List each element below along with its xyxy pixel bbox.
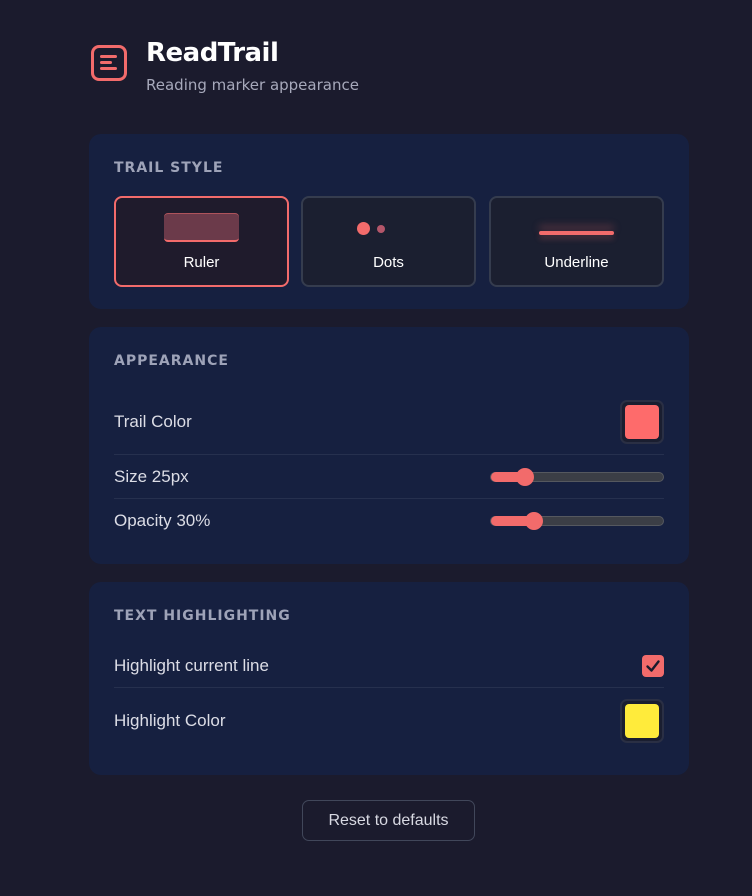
highlight-color-label: Highlight Color [114,711,226,730]
header-text: ReadTrail Reading marker appearance [146,38,359,94]
opacity-slider[interactable] [490,512,664,530]
trail-color-fill [625,405,659,439]
highlight-line-label: Highlight current line [114,656,269,675]
app-subtitle: Reading marker appearance [146,76,359,94]
trail-style-title: TRAIL STYLE [114,160,224,176]
divider [114,454,664,455]
size-row: Size 25px [114,465,664,489]
option-label: Dots [373,254,404,271]
trail-color-label: Trail Color [114,412,192,431]
option-label: Underline [544,254,609,271]
trail-style-option-ruler[interactable]: Ruler [114,196,289,287]
trail-color-row: Trail Color [114,400,664,444]
divider [114,498,664,499]
highlight-color-swatch[interactable] [620,699,664,743]
underline-preview-icon [539,231,614,235]
settings-page: ReadTrail Reading marker appearance TRAI… [0,0,752,896]
text-highlighting-title: TEXT HIGHLIGHTING [114,608,291,624]
reset-to-defaults-button[interactable]: Reset to defaults [302,800,475,841]
highlight-line-checkbox[interactable] [642,655,664,677]
highlight-color-row: Highlight Color [114,699,664,743]
header: ReadTrail Reading marker appearance [91,38,359,94]
trail-style-card: TRAIL STYLE Ruler Dots Underline [89,134,689,309]
readtrail-logo-icon [91,45,127,81]
appearance-title: APPEARANCE [114,353,229,369]
ruler-preview-icon [164,213,239,242]
trail-color-swatch[interactable] [620,400,664,444]
size-label: Size 25px [114,467,189,486]
opacity-label: Opacity 30% [114,511,211,530]
app-title: ReadTrail [146,38,279,68]
trail-style-option-dots[interactable]: Dots [301,196,476,287]
opacity-row: Opacity 30% [114,509,664,533]
highlight-color-fill [625,704,659,738]
appearance-card: APPEARANCE Trail Color Size 25px Opacity… [89,327,689,564]
size-slider[interactable] [490,468,664,486]
size-slider-thumb[interactable] [516,468,535,486]
trail-style-option-underline[interactable]: Underline [489,196,664,287]
divider [114,687,664,688]
checkmark-icon [646,660,660,672]
opacity-slider-thumb[interactable] [525,512,543,530]
option-label: Ruler [183,254,220,271]
text-highlighting-card: TEXT HIGHLIGHTING Highlight current line… [89,582,689,775]
highlight-line-row: Highlight current line [114,652,664,680]
